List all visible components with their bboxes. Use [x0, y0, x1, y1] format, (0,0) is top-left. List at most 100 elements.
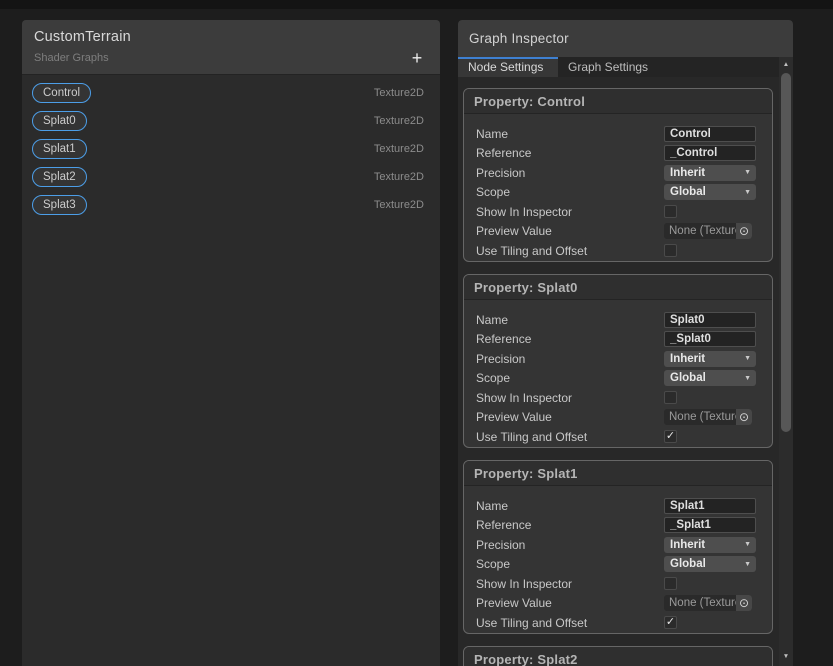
field-row: Name	[476, 310, 760, 330]
property-section-splat2: Property: Splat2	[463, 646, 773, 666]
blackboard-title: CustomTerrain	[34, 29, 428, 45]
add-property-button[interactable]: +	[406, 47, 428, 69]
section-header[interactable]: Property: Splat1	[464, 461, 772, 486]
inspector-content: Property: Control Name Reference Precisi…	[458, 77, 779, 666]
section-header[interactable]: Property: Splat2	[464, 647, 772, 666]
object-field-value: None (Texture2D)	[664, 411, 736, 423]
field-row: Preview Value None (Texture2D)⊙	[476, 408, 760, 428]
section-body: Name Reference Precision Inherit▼ Scope …	[464, 114, 772, 261]
use-tiling-checkbox[interactable]: ✓	[664, 430, 677, 443]
check-icon: ✓	[666, 617, 675, 628]
list-item: Control Texture2D	[32, 83, 424, 103]
show-in-inspector-checkbox[interactable]: ✓	[664, 205, 677, 218]
field-row: Precision Inherit▼	[476, 163, 760, 183]
scroll-down-arrow-icon[interactable]: ▼	[779, 650, 793, 663]
tab-graph-settings[interactable]: Graph Settings	[558, 57, 658, 77]
reference-input[interactable]	[664, 145, 756, 161]
section-title: Property: Control	[474, 94, 585, 109]
graph-inspector-header: Graph Inspector	[458, 20, 793, 57]
blackboard-subtitle: Shader Graphs	[34, 52, 428, 64]
field-row: Scope Global▼	[476, 183, 760, 203]
property-pill-splat3[interactable]: Splat3	[32, 195, 87, 215]
property-section-splat1: Property: Splat1 Name Reference Precisio…	[463, 460, 773, 634]
precision-dropdown[interactable]: Inherit▼	[664, 537, 756, 553]
property-section-splat0: Property: Splat0 Name Reference Precisio…	[463, 274, 773, 448]
property-pill-splat0[interactable]: Splat0	[32, 111, 87, 131]
list-item: Splat0 Texture2D	[32, 111, 424, 131]
field-label: Use Tiling and Offset	[476, 430, 664, 444]
property-type-label: Texture2D	[374, 115, 424, 127]
show-in-inspector-checkbox[interactable]: ✓	[664, 577, 677, 590]
scope-dropdown[interactable]: Global▼	[664, 370, 756, 386]
dropdown-value: Inherit	[670, 353, 705, 365]
field-row: Use Tiling and Offset ✓	[476, 241, 760, 261]
object-picker-icon[interactable]: ⊙	[736, 595, 752, 611]
scroll-up-arrow-icon[interactable]: ▲	[779, 58, 793, 71]
property-pill-splat2[interactable]: Splat2	[32, 167, 87, 187]
scrollbar-thumb[interactable]	[781, 73, 791, 432]
field-label: Precision	[476, 166, 664, 180]
scope-dropdown[interactable]: Global▼	[664, 556, 756, 572]
preview-value-object-field[interactable]: None (Texture2D)⊙	[664, 595, 752, 611]
name-input[interactable]	[664, 312, 756, 328]
object-field-value: None (Texture2D)	[664, 597, 736, 609]
section-header[interactable]: Property: Control	[464, 89, 772, 114]
object-picker-icon[interactable]: ⊙	[736, 223, 752, 239]
pill-label: Splat3	[43, 199, 76, 211]
field-label: Precision	[476, 352, 664, 366]
precision-dropdown[interactable]: Inherit▼	[664, 165, 756, 181]
list-item: Splat3 Texture2D	[32, 195, 424, 215]
field-row: Use Tiling and Offset ✓	[476, 427, 760, 447]
panel-title: Graph Inspector	[469, 31, 569, 46]
dropdown-value: Global	[670, 186, 706, 198]
object-field-value: None (Texture2D)	[664, 225, 736, 237]
field-row: Name	[476, 124, 760, 144]
field-label: Reference	[476, 332, 664, 346]
section-body: Name Reference Precision Inherit▼ Scope …	[464, 300, 772, 447]
use-tiling-checkbox[interactable]: ✓	[664, 616, 677, 629]
reference-input[interactable]	[664, 517, 756, 533]
precision-dropdown[interactable]: Inherit▼	[664, 351, 756, 367]
show-in-inspector-checkbox[interactable]: ✓	[664, 391, 677, 404]
field-row: Preview Value None (Texture2D)⊙	[476, 594, 760, 614]
object-picker-icon[interactable]: ⊙	[736, 409, 752, 425]
dropdown-value: Inherit	[670, 167, 705, 179]
field-label: Scope	[476, 557, 664, 571]
field-row: Scope Global▼	[476, 369, 760, 389]
field-row: Scope Global▼	[476, 555, 760, 575]
section-title: Property: Splat2	[474, 652, 578, 666]
preview-value-object-field[interactable]: None (Texture2D)⊙	[664, 409, 752, 425]
chevron-down-icon: ▼	[744, 541, 751, 548]
property-pill-control[interactable]: Control	[32, 83, 91, 103]
property-type-label: Texture2D	[374, 143, 424, 155]
name-input[interactable]	[664, 126, 756, 142]
preview-value-object-field[interactable]: None (Texture2D)⊙	[664, 223, 752, 239]
field-label: Show In Inspector	[476, 205, 664, 219]
property-type-label: Texture2D	[374, 87, 424, 99]
section-header[interactable]: Property: Splat0	[464, 275, 772, 300]
property-pill-splat1[interactable]: Splat1	[32, 139, 87, 159]
blackboard-header: CustomTerrain Shader Graphs +	[22, 20, 440, 75]
field-label: Name	[476, 313, 664, 327]
field-label: Reference	[476, 146, 664, 160]
tab-node-settings[interactable]: Node Settings	[458, 57, 558, 77]
field-row: Name	[476, 496, 760, 516]
field-row: Use Tiling and Offset ✓	[476, 613, 760, 633]
field-row: Reference	[476, 330, 760, 350]
list-item: Splat2 Texture2D	[32, 167, 424, 187]
field-row: Reference	[476, 516, 760, 536]
scope-dropdown[interactable]: Global▼	[664, 184, 756, 200]
field-label: Show In Inspector	[476, 391, 664, 405]
blackboard-panel: CustomTerrain Shader Graphs + Control Te…	[22, 20, 440, 666]
property-type-label: Texture2D	[374, 171, 424, 183]
pill-label: Splat1	[43, 143, 76, 155]
use-tiling-checkbox[interactable]: ✓	[664, 244, 677, 257]
plus-icon: +	[412, 49, 423, 67]
field-label: Reference	[476, 518, 664, 532]
reference-input[interactable]	[664, 331, 756, 347]
inspector-tab-bar: Node Settings Graph Settings	[458, 57, 793, 77]
name-input[interactable]	[664, 498, 756, 514]
list-item: Splat1 Texture2D	[32, 139, 424, 159]
inspector-scrollbar[interactable]: ▲ ▼	[779, 57, 793, 666]
tab-label: Node Settings	[468, 60, 543, 74]
